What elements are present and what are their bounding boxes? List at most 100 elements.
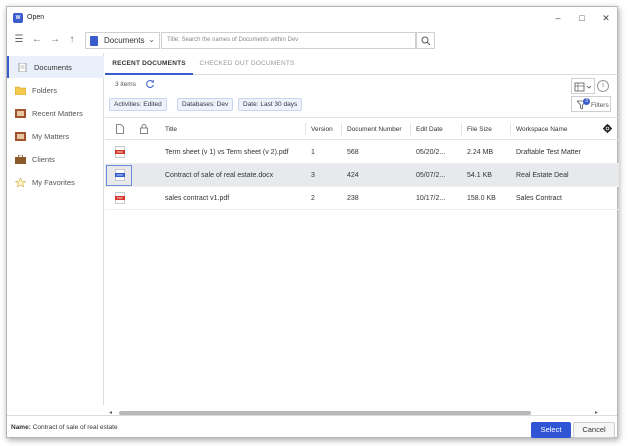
forward-arrow-icon[interactable]: → — [49, 34, 61, 46]
cell-edit-date: 05/20/2... — [416, 149, 446, 156]
cell-document-number: 238 — [347, 195, 359, 202]
dialog-footer: Name: Contract of sale of real estate Se… — [7, 415, 617, 439]
back-arrow-icon[interactable]: ← — [31, 34, 43, 46]
star-icon — [15, 177, 26, 187]
title-bar: W Open – □ ✕ — [7, 7, 617, 29]
refresh-icon[interactable] — [145, 79, 155, 89]
search-button[interactable] — [415, 32, 435, 49]
cell-title: sales contract v1.pdf — [165, 195, 230, 202]
docx-file-icon: DOC — [115, 169, 125, 181]
sidebar-item-recent-matters[interactable]: Recent Matters — [7, 102, 104, 124]
name-key: Name: — [11, 424, 31, 431]
cell-edit-date: 05/07/2... — [416, 172, 446, 179]
cell-edit-date: 10/17/2... — [416, 195, 446, 202]
sidebar: Documents Folders Recent Matters My Matt… — [7, 53, 104, 405]
pdf-file-icon: PDF — [115, 146, 125, 158]
sidebar-item-my-favorites[interactable]: My Favorites — [7, 171, 104, 193]
select-button[interactable]: Select — [531, 422, 571, 438]
filter-count-badge: 3 — [583, 98, 590, 105]
chevron-down-icon: ⌄ — [148, 35, 155, 44]
cell-file-size: 54.1 KB — [467, 172, 492, 179]
location-dropdown[interactable]: Documents ⌄ — [85, 32, 160, 49]
sidebar-item-label: Recent Matters — [32, 108, 83, 118]
sidebar-item-clients[interactable]: Clients — [7, 148, 104, 170]
tab-recent-documents[interactable]: RECENT DOCUMENTS — [105, 53, 193, 75]
documents-icon — [90, 35, 98, 46]
tab-checked-out-documents[interactable]: CHECKED OUT DOCUMENTS — [197, 53, 297, 75]
cancel-button[interactable]: Cancel — [573, 422, 615, 438]
cell-workspace-name: Draftable Test Matter — [516, 149, 581, 156]
window-title: Open — [27, 14, 45, 21]
pdf-file-icon: PDF — [115, 192, 125, 204]
filter-chip-databases[interactable]: Databases: Dev — [177, 98, 234, 111]
file-type-column-icon — [116, 124, 124, 134]
up-arrow-icon[interactable]: ↑ — [66, 34, 78, 46]
folder-icon — [15, 86, 26, 95]
cell-title: Contract of sale of real estate.docx — [165, 172, 274, 179]
app-icon: W — [13, 13, 23, 23]
cell-workspace-name: Real Estate Deal — [516, 172, 569, 179]
column-divider[interactable] — [341, 123, 342, 135]
filters-label: Filters — [591, 102, 609, 109]
recent-matters-icon — [15, 108, 26, 118]
results-bar: 3 items i — [105, 75, 619, 95]
location-label: Documents — [104, 36, 145, 45]
column-divider[interactable] — [510, 123, 511, 135]
sidebar-item-folders[interactable]: Folders — [7, 79, 104, 101]
sidebar-item-label: My Matters — [32, 131, 70, 141]
sidebar-item-label: Documents — [34, 62, 72, 72]
selected-name-label: Name: Contract of sale of real estate — [11, 424, 118, 431]
item-count: 3 items — [115, 81, 136, 88]
table-row[interactable]: PDF Term sheet (v 1) vs Term sheet (v 2)… — [105, 141, 619, 164]
gear-icon[interactable] — [603, 124, 612, 133]
column-divider[interactable] — [410, 123, 411, 135]
table-row[interactable]: PDF sales contract v1.pdf 2 238 10/17/2.… — [105, 187, 619, 210]
lock-column-icon — [140, 124, 148, 134]
filter-chip-activities[interactable]: Activities: Edited — [109, 98, 167, 111]
cell-file-size: 2.24 MB — [467, 149, 494, 156]
name-value: Contract of sale of real estate — [32, 424, 118, 431]
column-header-title[interactable]: Title — [165, 126, 177, 133]
open-dialog: W Open – □ ✕ ☰ ← → ↑ Documents ⌄ Title: … — [6, 6, 619, 439]
navigation-bar: ☰ ← → ↑ Documents ⌄ Title: Search the na… — [7, 29, 617, 51]
sidebar-item-documents[interactable]: Documents — [7, 56, 104, 78]
sidebar-item-label: My Favorites — [32, 177, 75, 187]
clients-icon — [15, 154, 26, 164]
close-icon[interactable]: ✕ — [597, 11, 615, 25]
filters-button[interactable]: 3 Filters — [571, 96, 611, 112]
column-header-file-size[interactable]: File Size — [467, 126, 492, 133]
search-input[interactable]: Title: Search the names of Documents wit… — [161, 32, 417, 49]
search-placeholder: Title: Search the names of Documents wit… — [167, 37, 299, 43]
info-icon[interactable]: i — [597, 80, 609, 92]
column-header-document-number[interactable]: Document Number — [347, 126, 402, 133]
column-header-edit-date[interactable]: Edit Date — [416, 126, 443, 133]
filter-chip-date[interactable]: Date: Last 30 days — [238, 98, 303, 111]
cell-version: 3 — [311, 172, 315, 179]
column-divider[interactable] — [461, 123, 462, 135]
cell-title: Term sheet (v 1) vs Term sheet (v 2).pdf — [165, 149, 289, 156]
sidebar-item-my-matters[interactable]: My Matters — [7, 125, 104, 147]
documents-table: Title Version Document Number Edit Date … — [105, 117, 619, 405]
column-header-version[interactable]: Version — [311, 126, 333, 133]
sidebar-item-label: Folders — [32, 85, 58, 95]
document-icon — [18, 62, 27, 72]
cell-document-number: 568 — [347, 149, 359, 156]
column-header-workspace-name[interactable]: Workspace Name — [516, 126, 568, 133]
my-matters-icon — [15, 131, 26, 141]
column-divider[interactable] — [305, 123, 306, 135]
tab-bar: RECENT DOCUMENTS CHECKED OUT DOCUMENTS — [105, 53, 619, 75]
grid-view-icon — [574, 82, 592, 92]
sidebar-item-label: Clients — [32, 154, 55, 164]
table-row[interactable]: DOC Contract of sale of real estate.docx… — [105, 164, 619, 187]
table-header: Title Version Document Number Edit Date … — [105, 118, 619, 140]
cell-version: 1 — [311, 149, 315, 156]
cell-workspace-name: Sales Contract — [516, 195, 562, 202]
cell-document-number: 424 — [347, 172, 359, 179]
hamburger-menu-icon[interactable]: ☰ — [13, 34, 25, 46]
view-toggle-button[interactable] — [571, 78, 595, 94]
maximize-icon[interactable]: □ — [573, 11, 591, 25]
cell-version: 2 — [311, 195, 315, 202]
minimize-icon[interactable]: – — [549, 11, 567, 25]
cell-file-size: 158.0 KB — [467, 195, 496, 202]
search-icon — [421, 36, 431, 46]
